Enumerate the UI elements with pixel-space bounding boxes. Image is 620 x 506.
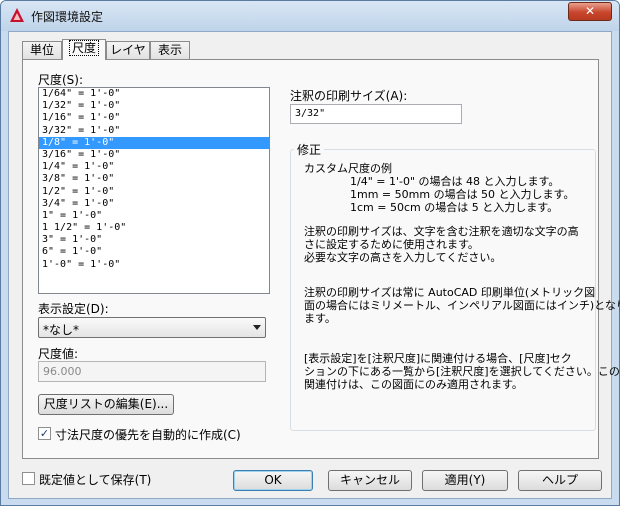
scale-list-item[interactable]: 3/32" = 1'-0"	[39, 125, 269, 137]
scale-list-item[interactable]: 3/16" = 1'-0"	[39, 149, 269, 161]
scale-list-item[interactable]: 3" = 1'-0"	[39, 234, 269, 246]
help-text-line: ションの下にある一覧から[注釈尺度]を選択してください。この	[304, 365, 620, 378]
scale-list-item[interactable]: 1/2" = 1'-0"	[39, 186, 269, 198]
scale-list-item[interactable]: 1/64" = 1'-0"	[39, 88, 269, 100]
help-text-line: 関連付けは、この図面にのみ適用されます。	[304, 378, 523, 391]
scale-list-label: 尺度(S):	[38, 73, 84, 87]
help-text-line: [表示設定]を[注釈尺度]に関連付ける場合、[尺度]セク	[304, 352, 572, 365]
scale-list-item[interactable]: 1/4" = 1'-0"	[39, 161, 269, 173]
help-text-line: 必要な文字の高さを入力してください。	[304, 251, 502, 264]
window-title: 作図環境設定	[31, 10, 104, 24]
apply-button[interactable]: 適用(Y)	[422, 470, 508, 491]
scale-list-item[interactable]: 1" = 1'-0"	[39, 210, 269, 222]
modify-group-title: 修正	[294, 141, 325, 158]
close-button[interactable]: ✕	[568, 2, 612, 21]
scale-list-item[interactable]: 1/16" = 1'-0"	[39, 112, 269, 124]
example-line: 1/4" = 1'-0" の場合は 48 と入力します。	[350, 175, 560, 188]
custom-example-heading: カスタム尺度の例	[304, 162, 392, 175]
save-as-default-label: 既定値として保存(T)	[39, 473, 152, 487]
example-line: 1cm = 50cm の場合は 5 と入力します。	[350, 201, 559, 214]
edit-scale-list-button[interactable]: 尺度リストの編集(E)...	[38, 394, 174, 415]
scale-value-field: 96.000	[38, 361, 266, 382]
example-line: 1mm = 50mm の場合は 50 と入力します。	[350, 188, 575, 201]
scale-list-item[interactable]: 1/8" = 1'-0"	[39, 136, 269, 149]
tab-scale[interactable]: 尺度	[62, 39, 106, 60]
ok-button[interactable]: OK	[233, 470, 313, 491]
scale-list-item[interactable]: 3/4" = 1'-0"	[39, 198, 269, 210]
drafting-settings-dialog: 作図環境設定 ✕ 単位 尺度 レイヤ 表示 尺度(S): 1/64" = 1'-…	[0, 0, 620, 506]
title-bar: 作図環境設定 ✕	[1, 1, 619, 31]
scale-list-item[interactable]: 3/8" = 1'-0"	[39, 173, 269, 185]
display-setting-label: 表示設定(D):	[38, 302, 109, 316]
dialog-client-area: 単位 尺度 レイヤ 表示 尺度(S): 1/64" = 1'-0" 1/32" =…	[8, 31, 620, 499]
scale-value-label: 尺度値:	[38, 347, 79, 361]
tab-units[interactable]: 単位	[22, 41, 62, 59]
save-as-default-checkbox[interactable]	[22, 472, 35, 485]
scale-list-item[interactable]: 6" = 1'-0"	[39, 246, 269, 258]
help-text-line: ます。	[304, 312, 336, 325]
scale-list-item[interactable]: 1'-0" = 1'-0"	[39, 259, 269, 271]
help-text-line: 注釈の印刷サイズは、文字を含む注釈を適切な文字の高	[304, 225, 579, 238]
chevron-down-icon	[253, 325, 261, 330]
auto-dimscale-checkbox[interactable]: ✓	[38, 427, 51, 440]
display-setting-value: *なし*	[43, 323, 80, 337]
help-button[interactable]: ヘルプ	[518, 470, 602, 491]
tab-layer[interactable]: レイヤ	[106, 41, 150, 59]
autocad-logo-icon	[10, 8, 24, 22]
close-icon: ✕	[584, 4, 596, 18]
cancel-button[interactable]: キャンセル	[328, 470, 412, 491]
scale-tab-panel: 尺度(S): 1/64" = 1'-0" 1/32" = 1'-0" 1/16" =…	[22, 59, 620, 459]
scale-list-item[interactable]: 1/32" = 1'-0"	[39, 100, 269, 112]
annotation-size-label: 注釈の印刷サイズ(A):	[290, 89, 408, 103]
help-text-line: さに設定するために使用されます。	[304, 238, 479, 251]
display-setting-dropdown[interactable]: *なし*	[38, 317, 266, 338]
auto-dimscale-label: 寸法尺度の優先を自動的に作成(C)	[55, 428, 241, 442]
scale-list-item[interactable]: 1 1/2" = 1'-0"	[39, 222, 269, 234]
help-text-line: 注釈の印刷サイズは常に AutoCAD 印刷単位(メトリック図	[304, 286, 596, 299]
checkmark-icon: ✓	[39, 427, 50, 440]
scale-list[interactable]: 1/64" = 1'-0" 1/32" = 1'-0" 1/16" = 1'-0" 3…	[38, 87, 270, 294]
tab-display[interactable]: 表示	[150, 41, 190, 59]
help-text-line: 面の場合にはミリメートル、インペリアル図面にはインチ)となり	[304, 299, 620, 312]
annotation-size-input[interactable]: 3/32"	[290, 104, 462, 124]
